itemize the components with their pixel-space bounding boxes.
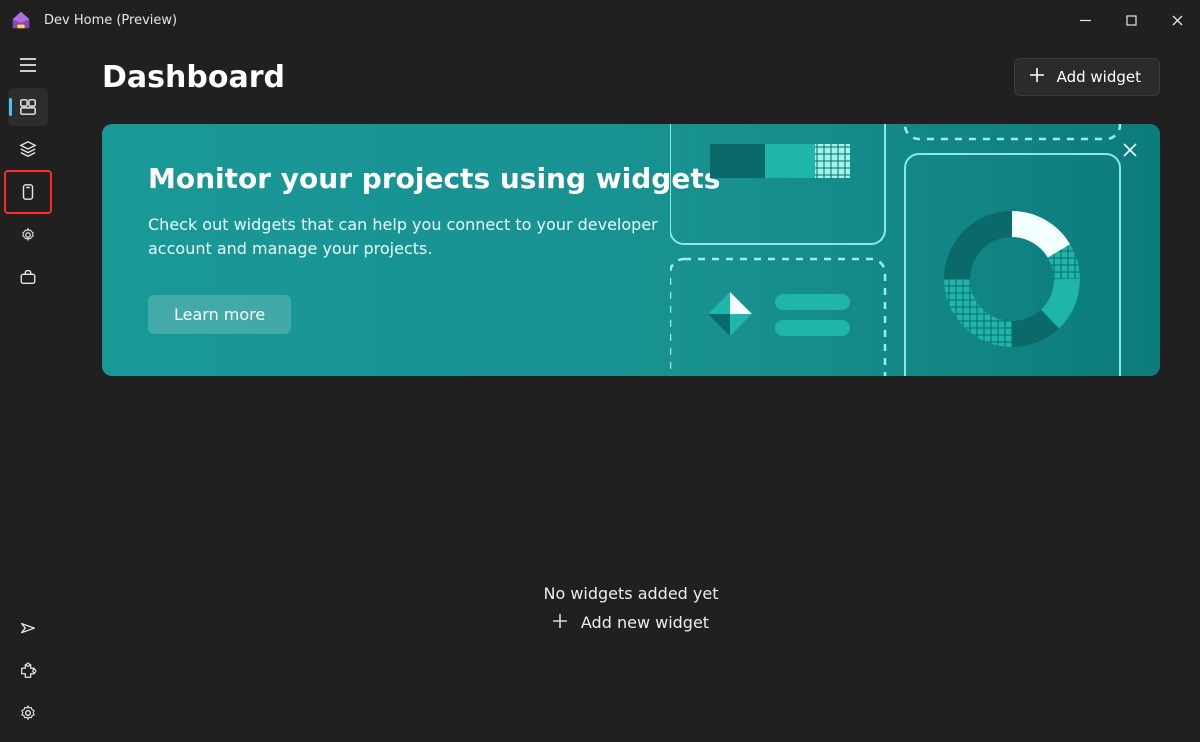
nav-hamburger-button[interactable]	[8, 46, 48, 84]
empty-state-title: No widgets added yet	[543, 584, 718, 603]
banner-title: Monitor your projects using widgets	[148, 162, 1114, 195]
highlighted-nav-item	[0, 170, 56, 214]
close-icon	[1123, 143, 1137, 161]
minimize-button[interactable]	[1062, 0, 1108, 40]
nav-utilities[interactable]	[8, 258, 48, 296]
learn-more-label: Learn more	[174, 305, 265, 324]
title-bar: Dev Home (Preview)	[0, 0, 1200, 40]
plus-icon	[1029, 67, 1045, 87]
nav-feedback[interactable]	[8, 610, 48, 648]
add-new-widget-link[interactable]: Add new widget	[553, 613, 709, 632]
window-title: Dev Home (Preview)	[44, 13, 177, 28]
nav-dev-settings[interactable]	[8, 216, 48, 254]
empty-state: No widgets added yet Add new widget	[543, 584, 718, 632]
page-title: Dashboard	[102, 60, 285, 95]
app-icon	[10, 9, 32, 31]
learn-more-button[interactable]: Learn more	[148, 295, 291, 334]
banner-description: Check out widgets that can help you conn…	[148, 213, 668, 261]
add-widget-button[interactable]: Add widget	[1014, 58, 1160, 96]
caption-controls	[1062, 0, 1200, 40]
info-banner: Monitor your projects using widgets Chec…	[102, 124, 1160, 376]
nav-stack[interactable]	[8, 130, 48, 168]
close-window-button[interactable]	[1154, 0, 1200, 40]
plus-icon	[553, 613, 567, 632]
banner-close-button[interactable]	[1116, 138, 1144, 166]
page-header: Dashboard Add widget	[102, 58, 1160, 96]
nav-settings[interactable]	[8, 694, 48, 732]
nav-extensions[interactable]	[8, 652, 48, 690]
nav-environments[interactable]	[8, 173, 48, 211]
main-content: Dashboard Add widget Monitor your projec…	[56, 40, 1200, 742]
sidebar	[0, 40, 56, 742]
add-widget-label: Add widget	[1057, 68, 1141, 86]
add-new-widget-label: Add new widget	[581, 613, 709, 632]
maximize-button[interactable]	[1108, 0, 1154, 40]
nav-dashboard[interactable]	[8, 88, 48, 126]
